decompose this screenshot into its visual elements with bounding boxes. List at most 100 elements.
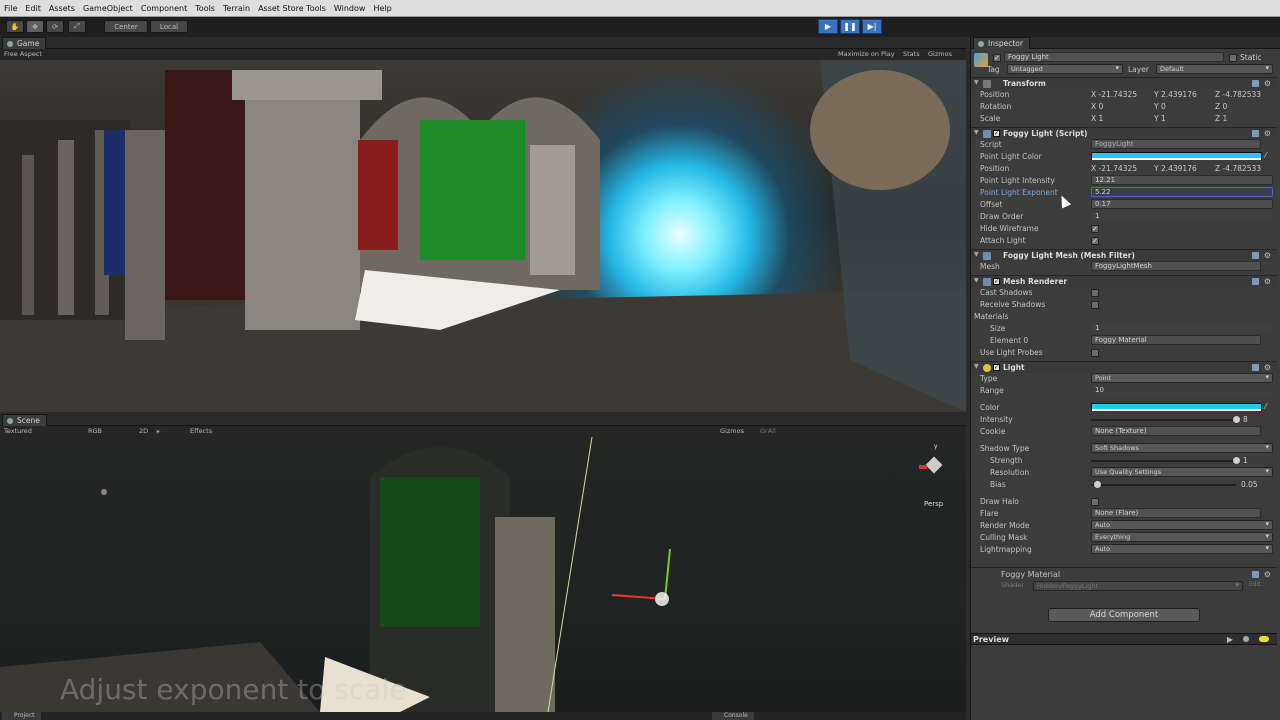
offset-field[interactable]: 0.17 bbox=[1091, 199, 1273, 209]
component-enabled-checkbox[interactable]: ✓ bbox=[993, 364, 1000, 371]
bias-slider[interactable] bbox=[1091, 484, 1236, 486]
point-light-exponent-field[interactable]: 5.22 bbox=[1091, 187, 1273, 197]
static-checkbox[interactable] bbox=[1229, 54, 1237, 62]
play-button[interactable]: ▶ bbox=[818, 19, 838, 34]
tab-project[interactable]: Project bbox=[2, 712, 41, 720]
intensity-value[interactable]: 8 bbox=[1243, 415, 1248, 424]
lightmapping-dropdown[interactable]: Auto bbox=[1091, 544, 1273, 554]
script-position-z-field[interactable]: Z -4.782533 bbox=[1215, 164, 1261, 173]
element0-field[interactable]: Foggy Material bbox=[1091, 335, 1261, 345]
help-book-icon[interactable] bbox=[1252, 571, 1259, 578]
scale-tool-button[interactable]: ⤢ bbox=[68, 20, 86, 33]
shader-dropdown[interactable]: Hidden/FoggyLight bbox=[1033, 581, 1243, 591]
help-book-icon[interactable] bbox=[1252, 364, 1259, 371]
tab-scene[interactable]: Scene bbox=[2, 414, 47, 426]
eyedropper-icon[interactable]: ⁄ bbox=[1265, 151, 1266, 160]
maximize-on-play-toggle[interactable]: Maximize on Play bbox=[838, 50, 895, 58]
mesh-field[interactable]: FoggyLightMesh bbox=[1091, 261, 1261, 271]
point-light-color-swatch[interactable] bbox=[1091, 152, 1262, 160]
cookie-field[interactable]: None (Texture) bbox=[1091, 426, 1261, 436]
menu-file[interactable]: File bbox=[0, 4, 21, 13]
rotate-tool-button[interactable]: ⟳ bbox=[46, 20, 64, 33]
hide-wireframe-checkbox[interactable]: ✓ bbox=[1091, 225, 1099, 233]
foggy-light-script-header[interactable]: ▼ ✓ Foggy Light (Script) ⚙ bbox=[971, 127, 1277, 139]
script-position-x-field[interactable]: X -21.74325 bbox=[1091, 164, 1137, 173]
culling-mask-dropdown[interactable]: Everything bbox=[1091, 532, 1273, 542]
receive-shadows-checkbox[interactable] bbox=[1091, 301, 1099, 309]
render-mode-dropdown[interactable]: RGB bbox=[88, 427, 102, 435]
shader-edit-button[interactable]: Edit... bbox=[1249, 581, 1266, 588]
scale-z-field[interactable]: Z 1 bbox=[1215, 114, 1227, 123]
step-button[interactable]: ▶| bbox=[862, 19, 882, 34]
help-book-icon[interactable] bbox=[1252, 80, 1259, 87]
gear-icon[interactable]: ⚙ bbox=[1264, 129, 1271, 138]
range-field[interactable]: 10 bbox=[1091, 385, 1273, 395]
layer-dropdown[interactable]: Default bbox=[1156, 64, 1273, 74]
cast-shadows-checkbox[interactable] bbox=[1091, 289, 1099, 297]
menu-tools[interactable]: Tools bbox=[191, 4, 219, 13]
rotation-y-field[interactable]: Y 0 bbox=[1154, 102, 1166, 111]
tab-console[interactable]: Console bbox=[712, 712, 754, 720]
menu-edit[interactable]: Edit bbox=[21, 4, 45, 13]
materials-row[interactable]: Materials bbox=[971, 311, 1277, 323]
gizmos-toggle[interactable]: Gizmos bbox=[928, 50, 952, 58]
scene-gizmos-dropdown[interactable]: Gizmos bbox=[720, 427, 744, 435]
menu-gameobject[interactable]: GameObject bbox=[79, 4, 137, 13]
tag-dropdown[interactable]: Untagged bbox=[1007, 64, 1123, 74]
aspect-dropdown[interactable]: Free Aspect bbox=[4, 50, 42, 58]
type-dropdown[interactable]: Point bbox=[1091, 373, 1273, 383]
scene-orientation-gizmo[interactable]: y Persp bbox=[916, 443, 950, 508]
menu-window[interactable]: Window bbox=[330, 4, 370, 13]
preview-play-icon[interactable]: ▶ bbox=[1227, 635, 1233, 644]
help-book-icon[interactable] bbox=[1252, 278, 1259, 285]
mesh-renderer-header[interactable]: ▼ ✓ Mesh Renderer ⚙ bbox=[971, 275, 1277, 287]
strength-slider-knob[interactable] bbox=[1233, 457, 1240, 464]
eyedropper-icon[interactable]: ⁄ bbox=[1265, 402, 1266, 411]
object-name-field[interactable]: Foggy Light bbox=[1004, 52, 1224, 62]
point-light-intensity-field[interactable]: 12.21 bbox=[1091, 175, 1273, 185]
preview-sphere-icon[interactable] bbox=[1243, 636, 1249, 642]
menu-asset-store-tools[interactable]: Asset Store Tools bbox=[254, 4, 330, 13]
help-book-icon[interactable] bbox=[1252, 130, 1259, 137]
gear-icon[interactable]: ⚙ bbox=[1264, 79, 1271, 88]
scale-x-field[interactable]: X 1 bbox=[1091, 114, 1103, 123]
tab-game[interactable]: Game bbox=[2, 37, 47, 49]
pivot-center-button[interactable]: Center bbox=[104, 20, 148, 33]
resolution-dropdown[interactable]: Use Quality Settings bbox=[1091, 467, 1273, 477]
game-viewport[interactable] bbox=[0, 60, 966, 412]
object-active-checkbox[interactable]: ✓ bbox=[993, 54, 1001, 62]
use-light-probes-checkbox[interactable] bbox=[1091, 349, 1099, 357]
effects-dropdown[interactable]: Effects bbox=[190, 427, 212, 435]
gear-icon[interactable]: ⚙ bbox=[1264, 251, 1271, 260]
intensity-slider-knob[interactable] bbox=[1233, 416, 1240, 423]
draw-halo-checkbox[interactable] bbox=[1091, 498, 1099, 506]
light-color-swatch[interactable] bbox=[1091, 403, 1262, 411]
draw-order-field[interactable]: 1 bbox=[1091, 211, 1273, 221]
help-book-icon[interactable] bbox=[1252, 252, 1259, 259]
strength-value[interactable]: 1 bbox=[1243, 456, 1248, 465]
bias-value[interactable]: 0.05 bbox=[1241, 480, 1258, 489]
2d-toggle[interactable]: 2D bbox=[139, 427, 148, 435]
stats-toggle[interactable]: Stats bbox=[903, 50, 920, 58]
hand-tool-button[interactable]: ✋ bbox=[6, 20, 24, 33]
component-enabled-checkbox[interactable]: ✓ bbox=[993, 130, 1000, 137]
bias-slider-knob[interactable] bbox=[1094, 481, 1101, 488]
script-field[interactable]: FoggyLight bbox=[1091, 139, 1261, 149]
flare-field[interactable]: None (Flare) bbox=[1091, 508, 1261, 518]
scale-y-field[interactable]: Y 1 bbox=[1154, 114, 1166, 123]
pause-button[interactable]: ❚❚ bbox=[840, 19, 860, 34]
attach-light-checkbox[interactable]: ✓ bbox=[1091, 237, 1099, 245]
strength-slider[interactable] bbox=[1091, 460, 1236, 462]
gear-icon[interactable]: ⚙ bbox=[1264, 277, 1271, 286]
menu-terrain[interactable]: Terrain bbox=[219, 4, 254, 13]
menu-assets[interactable]: Assets bbox=[45, 4, 79, 13]
add-component-button[interactable]: Add Component bbox=[1048, 608, 1200, 622]
position-z-field[interactable]: Z -4.782533 bbox=[1215, 90, 1261, 99]
light-header[interactable]: ▼ ✓ Light ⚙ bbox=[971, 361, 1277, 373]
component-enabled-checkbox[interactable]: ✓ bbox=[993, 278, 1000, 285]
shading-mode-dropdown[interactable]: Textured bbox=[4, 427, 32, 435]
menu-component[interactable]: Component bbox=[137, 4, 191, 13]
shadow-type-dropdown[interactable]: Soft Shadows bbox=[1091, 443, 1273, 453]
scene-viewport[interactable]: y Persp bbox=[0, 437, 966, 712]
position-y-field[interactable]: Y 2.439176 bbox=[1154, 90, 1197, 99]
